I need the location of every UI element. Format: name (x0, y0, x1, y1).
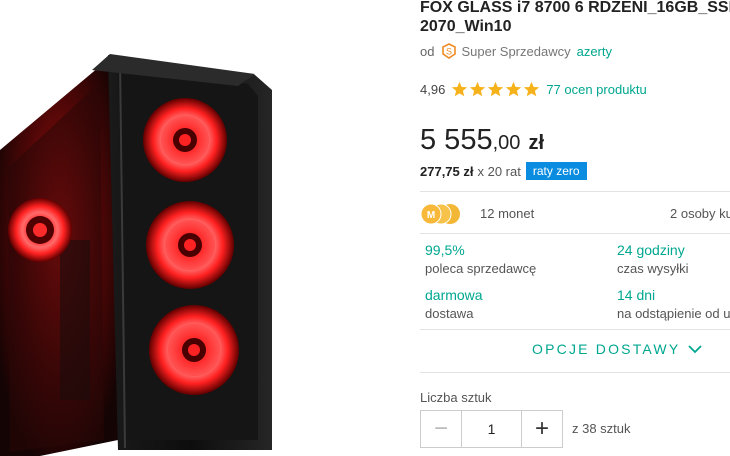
delivery-options-button[interactable]: OPCJE DOSTAWY (532, 341, 703, 357)
seller-row: od S Super Sprzedawcy azerty (420, 41, 612, 61)
stock-count: z 38 sztuk (572, 421, 631, 436)
price-main: 5 555 (420, 124, 493, 156)
seller-name: Super Sprzedawcy (461, 43, 571, 59)
stat-shipping-time: 24 godziny czas wysyłki (617, 242, 689, 276)
svg-text:M: M (427, 210, 435, 221)
smart-coins-icon: M (420, 203, 460, 225)
stat-recommend-value: 99,5% (425, 242, 465, 258)
price-currency: zł (528, 132, 545, 154)
reviews-link[interactable]: 77 ocen produktu (546, 82, 646, 97)
quantity-label: Liczba sztuk (420, 390, 492, 405)
viewers-count: 2 osoby ku (670, 206, 730, 221)
stat-shipping-time-value: 24 godziny (617, 242, 685, 258)
stat-return-label: na odstąpienie od u (617, 306, 730, 321)
coins-row: M 12 monet 2 osoby ku (420, 203, 730, 225)
product-info-panel: FOX GLASS i7 8700 6 RDZENI_16GB_SSD 2070… (420, 0, 730, 456)
stat-delivery-label: dostawa (425, 306, 474, 321)
product-title-line-2: 2070_Win10 (420, 18, 512, 35)
divider (420, 372, 730, 373)
star-icon (524, 81, 540, 96)
star-icon (506, 81, 522, 96)
installment-amount: 277,75 zł (420, 163, 474, 179)
rating-stars (451, 81, 540, 98)
divider (420, 329, 730, 330)
raty-zero-badge[interactable]: raty zero (525, 162, 587, 180)
price: 5 555,00 zł (420, 124, 544, 157)
installment-count: x 20 rat (477, 163, 521, 179)
product-image[interactable] (0, 0, 290, 456)
stat-delivery: darmowa dostawa (425, 287, 483, 321)
delivery-options-label: OPCJE DOSTAWY (532, 341, 681, 357)
star-icon (488, 81, 504, 96)
super-seller-badge-icon: S (442, 43, 457, 59)
stat-recommend-label: poleca sprzedawcę (425, 261, 537, 276)
pc-case-image (0, 54, 272, 456)
coins-count: 12 monet (480, 206, 535, 221)
seller-link[interactable]: azerty (577, 44, 612, 59)
stat-recommend: 99,5% poleca sprzedawcę (425, 242, 536, 276)
rating-value: 4,96 (420, 81, 446, 97)
installments-row: 277,75 zł x 20 rat raty zero (420, 162, 587, 180)
product-title-line-1: FOX GLASS i7 8700 6 RDZENI_16GB_SSD (420, 0, 730, 16)
stat-return-value: 14 dni (617, 287, 656, 303)
divider (420, 233, 730, 234)
stat-delivery-value: darmowa (425, 287, 483, 303)
svg-text:S: S (446, 47, 452, 57)
stat-shipping-time-label: czas wysyłki (617, 261, 689, 276)
quantity-decrease-button[interactable]: − (421, 411, 461, 447)
chevron-down-icon (688, 344, 703, 353)
star-icon (470, 81, 486, 96)
quantity-increase-button[interactable]: + (522, 411, 562, 447)
quantity-input[interactable] (461, 411, 522, 447)
price-cents: ,00 (492, 132, 521, 154)
product-title: FOX GLASS i7 8700 6 RDZENI_16GB_SSD 2070… (420, 0, 730, 36)
star-icon (452, 81, 468, 96)
seller-prefix: od (420, 43, 435, 59)
divider (420, 191, 730, 192)
stat-return: 14 dni na odstąpienie od u (617, 287, 730, 321)
quantity-stepper: − + (420, 410, 563, 448)
rating-row: 4,96 77 ocen produktu (420, 79, 647, 99)
